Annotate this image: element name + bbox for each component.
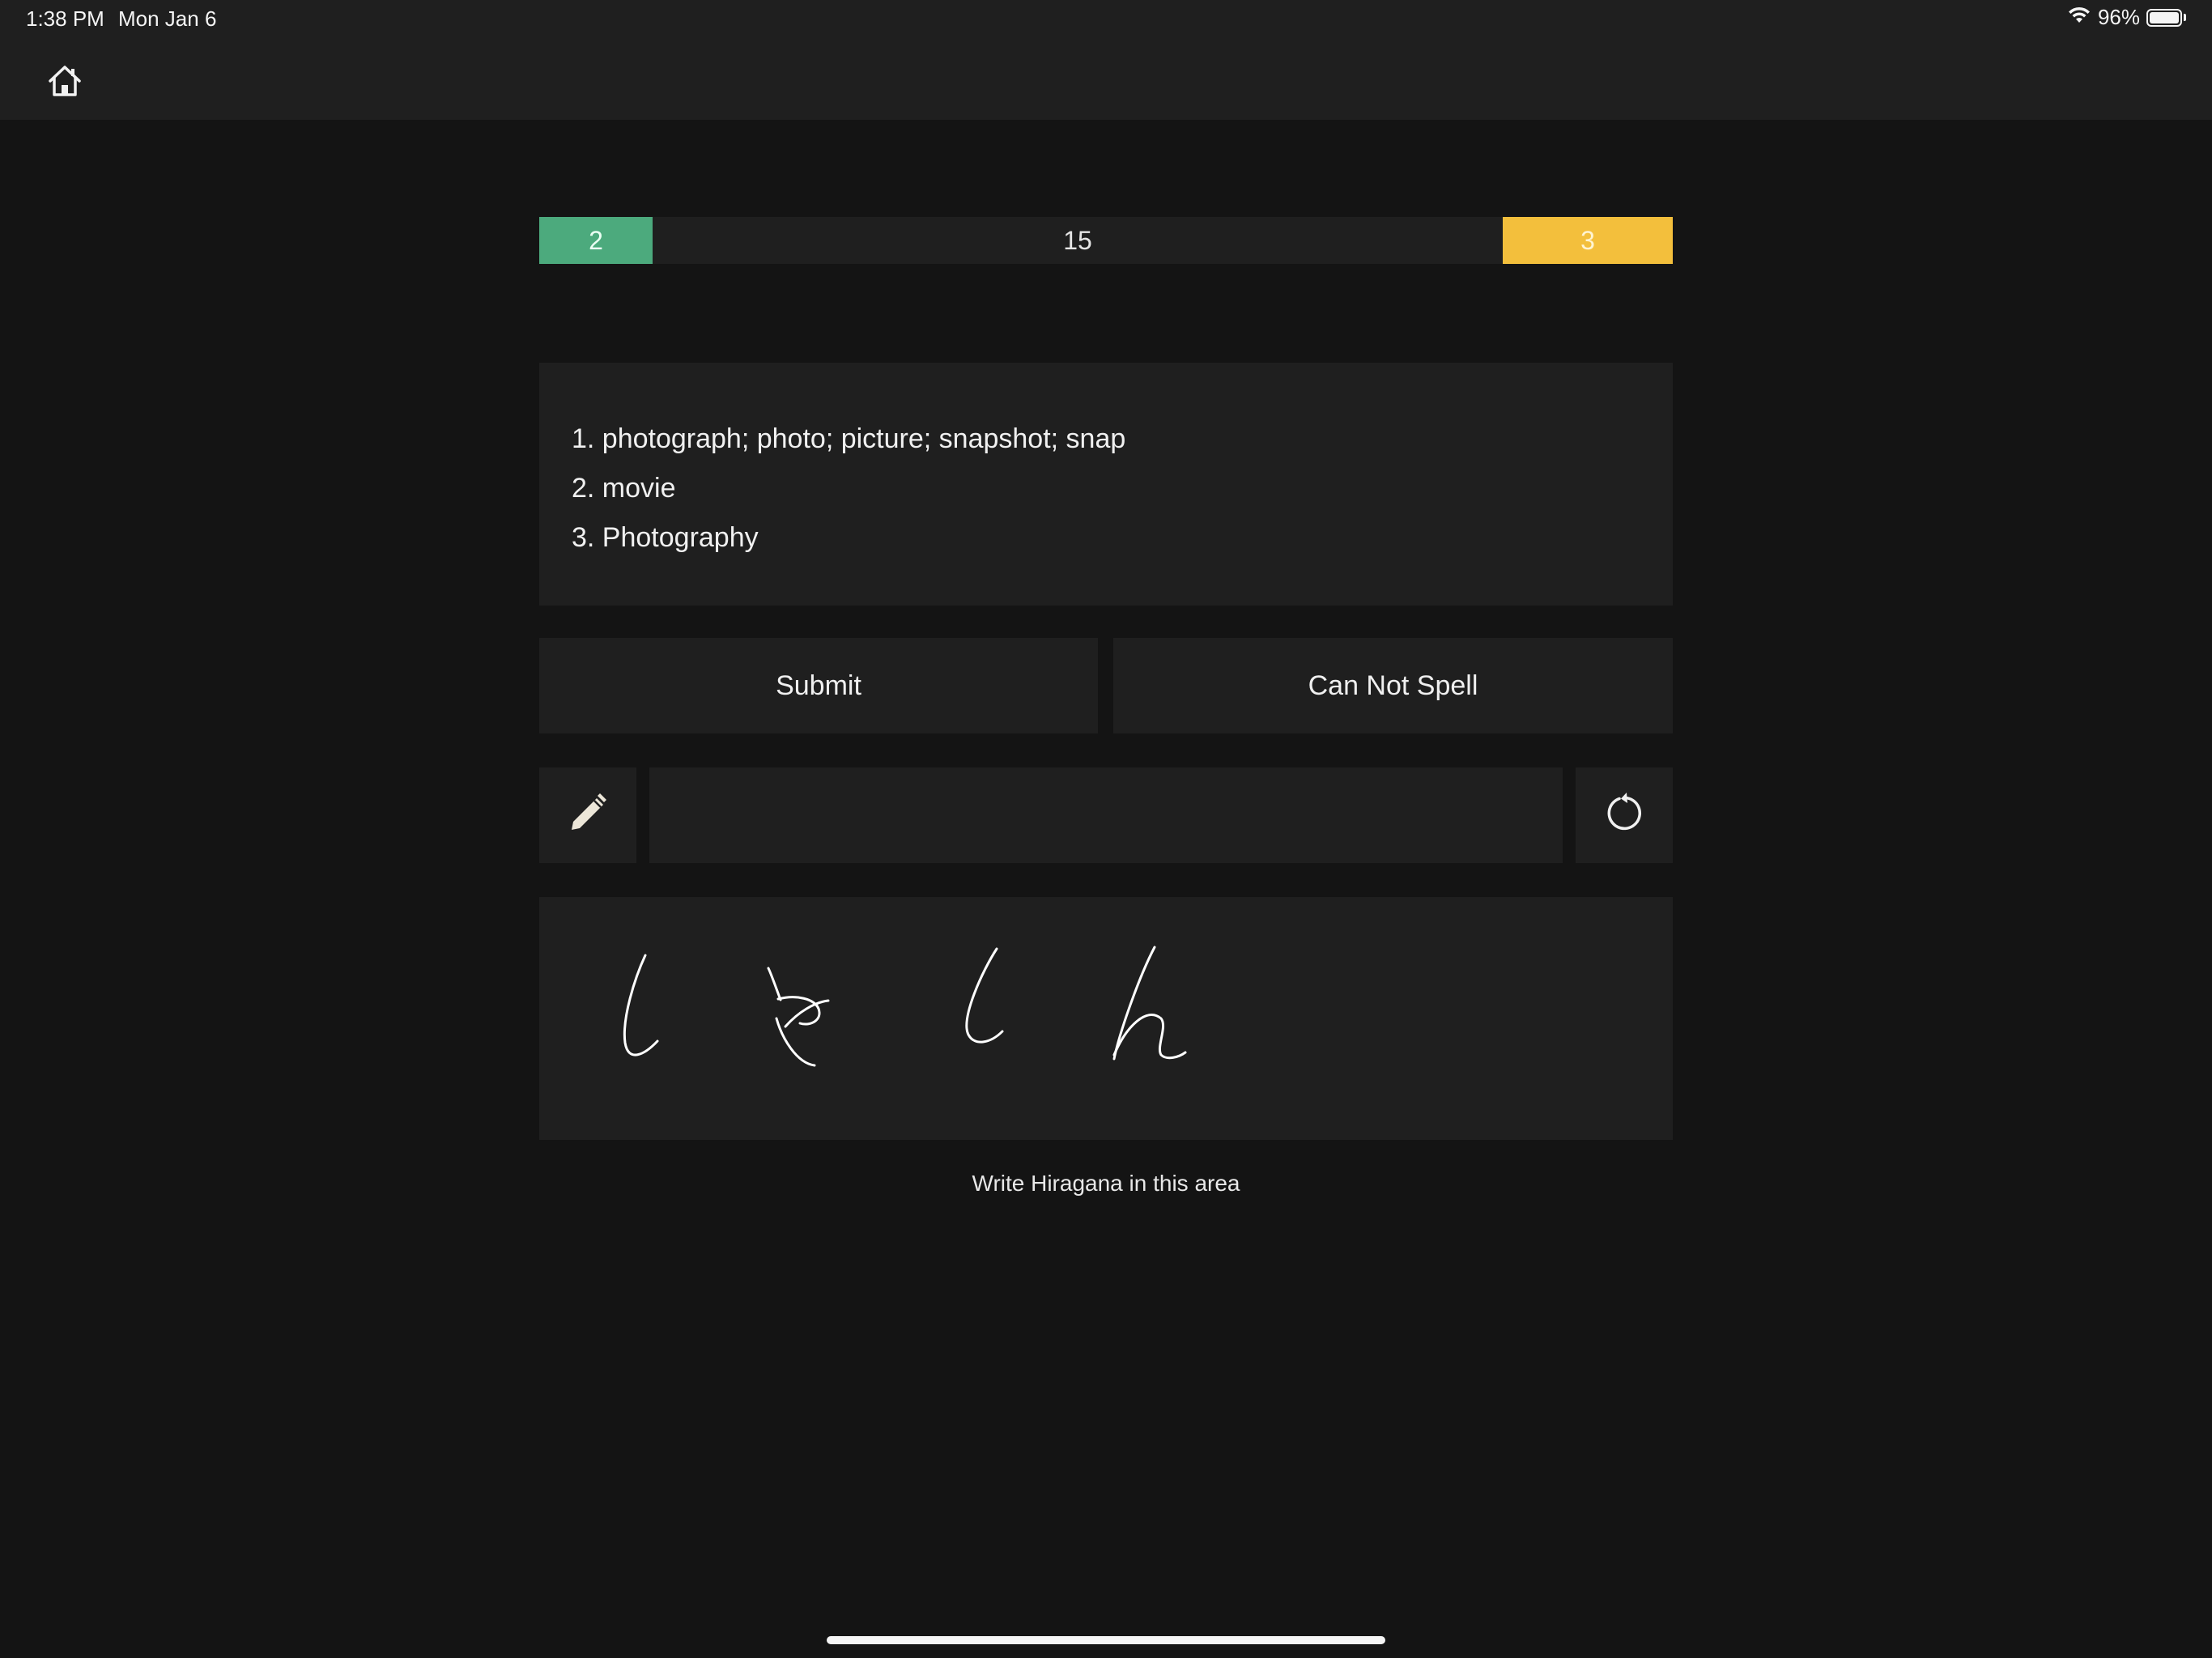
pencil-button[interactable] <box>539 767 636 863</box>
handwritten-strokes <box>623 946 1187 1067</box>
cant-spell-button[interactable]: Can Not Spell <box>1113 638 1673 733</box>
refresh-icon <box>1603 791 1645 840</box>
status-indicators: 96% <box>2067 5 2186 30</box>
remaining-count: 15 <box>1063 225 1092 255</box>
status-bar: 1:38 PM Mon Jan 6 96% <box>0 0 2212 39</box>
drawing-hint: Write Hiragana in this area <box>972 1171 1240 1196</box>
definition-card: 1. photograph; photo; picture; snapshot;… <box>539 363 1673 606</box>
definition-item: 2. movie <box>572 473 676 504</box>
home-button[interactable] <box>45 62 84 100</box>
submit-button[interactable]: Submit <box>539 638 1098 733</box>
status-time: 1:38 PM <box>26 6 104 31</box>
progress-bar: 2 15 3 <box>539 217 1673 264</box>
home-icon <box>45 66 84 104</box>
wifi-icon <box>2067 5 2091 30</box>
definition-item: 3. Photography <box>572 522 759 553</box>
definition-item: 1. photograph; photo; picture; snapshot;… <box>572 423 1126 454</box>
home-indicator[interactable] <box>827 1636 1385 1644</box>
battery-percent: 96% <box>2097 5 2140 29</box>
correct-count: 2 <box>539 217 653 264</box>
wrong-count: 3 <box>1503 217 1673 264</box>
pencil-icon <box>565 789 610 842</box>
status-date: Mon Jan 6 <box>118 6 217 31</box>
battery-icon <box>2146 8 2182 27</box>
answer-input[interactable] <box>649 767 1563 863</box>
handwriting-canvas[interactable] <box>539 897 1673 1140</box>
reset-button[interactable] <box>1576 767 1673 863</box>
